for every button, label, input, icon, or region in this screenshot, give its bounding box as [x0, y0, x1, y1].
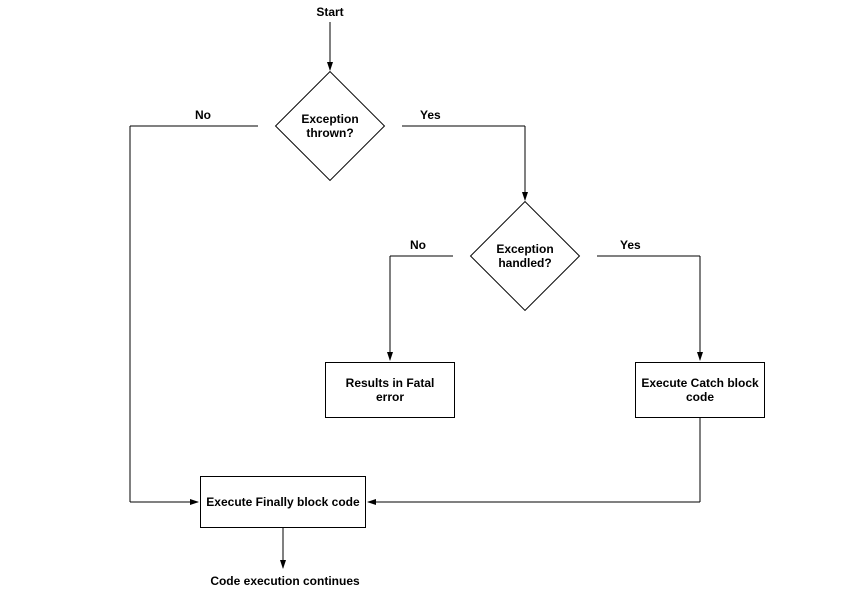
box-fatal-error: Results in Fatal error — [325, 362, 455, 418]
connector-lines — [0, 0, 850, 610]
box-execute-finally: Execute Finally block code — [200, 476, 366, 528]
box-execute-catch: Execute Catch block code — [635, 362, 765, 418]
box-fatal-error-text: Results in Fatal error — [330, 376, 450, 404]
box-execute-catch-text: Execute Catch block code — [640, 376, 760, 404]
continue-label: Code execution continues — [200, 574, 370, 588]
decision2-no-label: No — [410, 238, 426, 252]
decision1-no-label: No — [195, 108, 211, 122]
box-execute-finally-text: Execute Finally block code — [206, 495, 359, 509]
start-label: Start — [310, 5, 350, 19]
decision2-yes-label: Yes — [620, 238, 641, 252]
decision1-yes-label: Yes — [420, 108, 441, 122]
